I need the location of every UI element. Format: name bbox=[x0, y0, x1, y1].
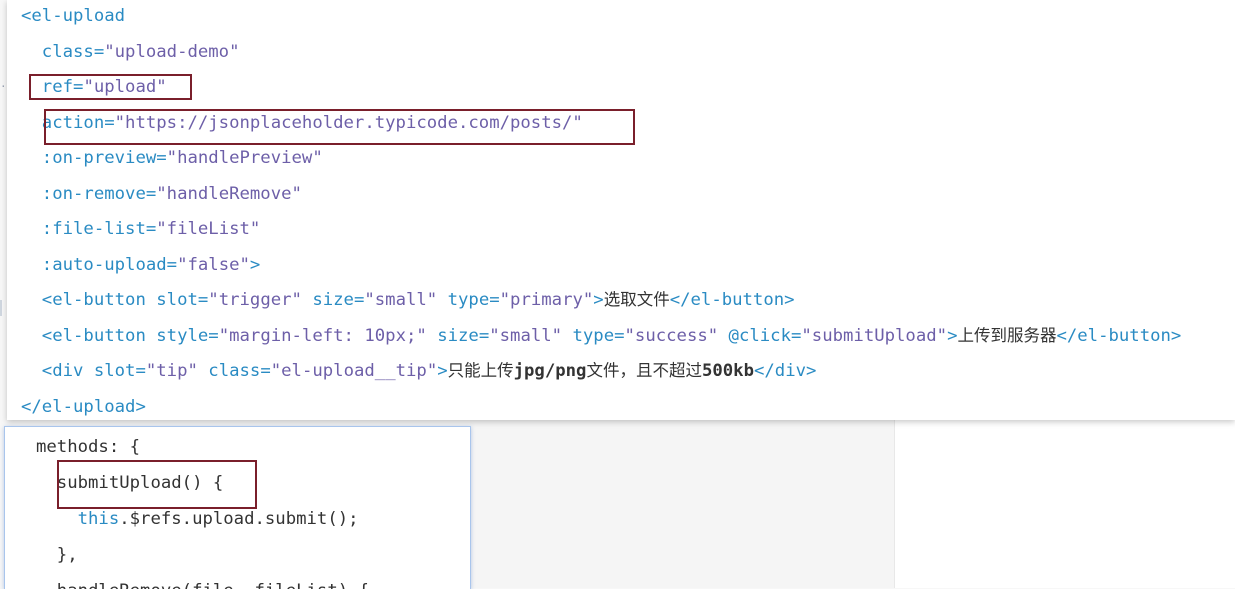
code-token-attr: :on-preview= bbox=[21, 148, 167, 168]
code-token-tag: <el-button bbox=[21, 290, 157, 310]
code-token-value: "primary" bbox=[499, 290, 594, 310]
code-token-tag: > bbox=[437, 361, 448, 381]
code-token-text: methods: { bbox=[36, 437, 141, 457]
code-token-tag: <el-upload bbox=[21, 6, 126, 26]
code-line: :on-preview="handlePreview" bbox=[21, 148, 323, 168]
gutter-line bbox=[0, 300, 2, 316]
code-token-tag: </el-button> bbox=[669, 290, 795, 310]
code-token-attr: size= bbox=[426, 325, 490, 346]
code-line: :file-list="fileList" bbox=[21, 219, 261, 239]
code-token-value: "handleRemove" bbox=[156, 183, 302, 204]
code-token-tag: </el-upload> bbox=[21, 396, 146, 417]
code-token-value: "false" bbox=[177, 254, 250, 275]
code-line: <el-upload bbox=[21, 6, 125, 26]
code-line: <el-button style="margin-left: 10px;" si… bbox=[21, 325, 1182, 346]
code-token-attr: :auto-upload= bbox=[21, 254, 178, 275]
code-line: }, bbox=[36, 545, 78, 565]
code-token-text: jpg/png bbox=[513, 361, 587, 381]
code-token-text: }, bbox=[36, 545, 78, 565]
gutter-marker: · bbox=[0, 80, 7, 93]
highlight-ref-attribute bbox=[29, 74, 192, 100]
code-token-cjk: 选取文件 bbox=[603, 290, 670, 309]
code-line: :on-remove="handleRemove" bbox=[21, 184, 302, 204]
code-token-value: "tip" bbox=[145, 361, 198, 381]
code-token-tag: > bbox=[593, 290, 604, 310]
code-line: <el-button slot="trigger" size="small" t… bbox=[21, 290, 795, 310]
code-token-value: "margin-left: 10px;" bbox=[218, 325, 427, 346]
code-line: :auto-upload="false"> bbox=[21, 254, 261, 275]
methods-code-snippet: methods: { submitUpload() { this.$refs.u… bbox=[4, 426, 471, 589]
background-editor-area bbox=[470, 420, 894, 588]
code-token-text: 500kb bbox=[701, 361, 754, 381]
code-token-value: "small" bbox=[364, 290, 438, 310]
code-token-value: "upload-demo" bbox=[104, 41, 240, 62]
code-token-value: "small" bbox=[489, 325, 563, 346]
highlight-action-attribute bbox=[44, 109, 635, 145]
code-token-attr: type= bbox=[562, 325, 625, 346]
code-token-value: "submitUpload" bbox=[801, 325, 948, 346]
code-token-tag: <el-button bbox=[21, 325, 157, 346]
code-token-tag: <div bbox=[21, 361, 94, 381]
template-code-snippet: <el-upload class="upload-demo" ref="uplo… bbox=[7, 0, 1235, 420]
code-line: this.$refs.upload.submit(); bbox=[36, 509, 359, 529]
code-token-value: "success" bbox=[624, 325, 719, 346]
code-token-keyword: this bbox=[36, 509, 120, 529]
code-token-value: "handlePreview" bbox=[166, 148, 323, 168]
code-token-attr: style= bbox=[156, 325, 219, 346]
code-token-attr: class= bbox=[197, 361, 271, 381]
code-token-text: .$refs.upload.submit(); bbox=[119, 509, 359, 529]
code-token-tag: > bbox=[947, 325, 958, 346]
code-token-attr: @click= bbox=[718, 325, 802, 346]
code-line: class="upload-demo" bbox=[21, 42, 240, 62]
code-token-cjk: 只能上传 bbox=[447, 361, 514, 380]
code-token-attr: size= bbox=[301, 290, 365, 310]
code-token-value: "fileList" bbox=[156, 219, 261, 239]
code-token-tag: > bbox=[249, 254, 261, 275]
code-token-attr: slot= bbox=[93, 361, 146, 381]
code-token-value: "el-upload__tip" bbox=[270, 361, 438, 381]
code-line: </el-upload> bbox=[21, 397, 146, 417]
code-token-attr: :on-remove= bbox=[21, 183, 157, 204]
background-blank-panel bbox=[894, 420, 1235, 588]
code-token-attr: slot= bbox=[156, 290, 209, 310]
code-token-cjk: 文件，且不超过 bbox=[586, 361, 702, 380]
code-token-tag: </el-button> bbox=[1056, 325, 1182, 346]
code-line: <div slot="tip" class="el-upload__tip">只… bbox=[21, 361, 817, 381]
code-token-attr: class= bbox=[21, 41, 105, 62]
code-token-cjk: 上传到服务器 bbox=[957, 325, 1057, 345]
code-token-tag: </div> bbox=[754, 361, 817, 381]
highlight-submit-upload-method bbox=[57, 460, 257, 509]
code-token-attr: :file-list= bbox=[21, 219, 157, 239]
code-token-attr: type= bbox=[437, 290, 500, 310]
code-token-value: "trigger" bbox=[208, 290, 302, 310]
code-line: methods: { bbox=[36, 437, 140, 457]
